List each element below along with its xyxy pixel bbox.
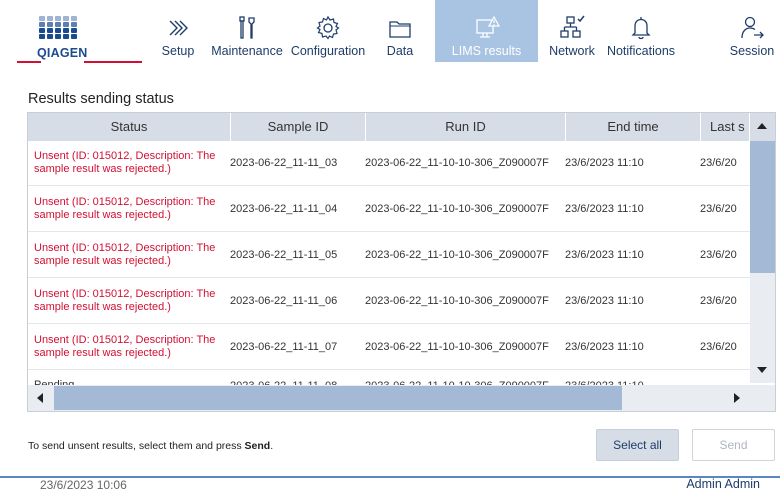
table-header: Status Sample ID Run ID End time Last s: [28, 113, 775, 141]
nav-maintenance-label: Maintenance: [211, 44, 283, 58]
setup-chevrons-icon: [169, 20, 188, 36]
send-button[interactable]: Send: [692, 429, 775, 461]
row-end-time: 23/6/2023 11:10: [565, 203, 644, 215]
row-sample-id: 2023-06-22_11-11_04: [230, 203, 338, 215]
logged-in-user[interactable]: Admin Admin: [686, 477, 760, 491]
page-title: Results sending status: [28, 91, 174, 107]
row-end-time: 23/6/2023 11:10: [565, 341, 644, 353]
network-icon: [560, 15, 585, 38]
row-sample-id: 2023-06-22_11-11_06: [230, 295, 338, 307]
nav-data-label: Data: [386, 44, 414, 58]
row-sample-id: 2023-06-22_11-11_03: [230, 157, 338, 169]
logo-red-line-left: [17, 61, 41, 63]
nav-setup[interactable]: Setup: [150, 0, 206, 62]
nav-lims-results[interactable]: LIMS results: [435, 0, 538, 62]
row-status: Unsent (ID: 015012, Description: The sam…: [34, 196, 216, 221]
hint-send-word: Send: [244, 440, 271, 452]
arrow-up-icon: [757, 123, 767, 129]
column-header-end-time[interactable]: End time: [566, 113, 701, 141]
table-row[interactable]: Unsent (ID: 015012, Description: The sam…: [28, 279, 750, 324]
logo-dots: [39, 16, 78, 39]
row-run-id: 2023-06-22_11-10-10-306_Z090007F: [365, 203, 549, 215]
table-row[interactable]: Unsent (ID: 015012, Description: The sam…: [28, 187, 750, 232]
maintenance-tools-icon: [239, 16, 255, 39]
row-end-time: 23/6/2023 11:10: [565, 157, 644, 169]
column-header-sample-id[interactable]: Sample ID: [231, 113, 366, 141]
nav-maintenance[interactable]: Maintenance: [207, 0, 287, 62]
nav-lims-results-label: LIMS results: [451, 44, 522, 58]
scroll-down-button[interactable]: [750, 355, 775, 383]
nav-session-label: Session: [729, 44, 775, 58]
row-last-sent: 23/6/20: [700, 249, 737, 261]
nav-configuration-label: Configuration: [290, 44, 366, 58]
scroll-left-button[interactable]: [28, 385, 54, 411]
row-run-id: 2023-06-22_11-10-10-306_Z090007F: [365, 157, 549, 169]
column-header-run-id[interactable]: Run ID: [366, 113, 566, 141]
column-header-status[interactable]: Status: [28, 113, 231, 141]
hint-suffix: .: [270, 440, 274, 452]
row-sample-id: 2023-06-22_11-11_07: [230, 341, 338, 353]
row-status: Unsent (ID: 015012, Description: The sam…: [34, 150, 216, 175]
top-navigation-bar: QIAGEN Setup Maintenance Configuration D…: [0, 0, 780, 70]
nav-network[interactable]: Network: [545, 0, 599, 62]
row-run-id: 2023-06-22_11-10-10-306_Z090007F: [365, 295, 549, 307]
session-user-icon: [741, 16, 764, 39]
column-header-last-sent[interactable]: Last s: [701, 113, 750, 141]
hint-prefix: To send unsent results, select them and …: [28, 440, 245, 452]
vertical-scrollbar[interactable]: [750, 113, 775, 383]
nav-session[interactable]: Session: [727, 0, 777, 62]
current-datetime: 23/6/2023 10:06: [40, 478, 127, 492]
row-last-sent: 23/6/20: [700, 341, 737, 353]
logo-red-line-right: [84, 61, 142, 63]
row-status: Unsent (ID: 015012, Description: The sam…: [34, 334, 216, 359]
arrow-right-icon: [734, 393, 740, 403]
table-row[interactable]: Unsent (ID: 015012, Description: The sam…: [28, 325, 750, 370]
row-run-id: 2023-06-22_11-10-10-306_Z090007F: [365, 249, 549, 261]
nav-configuration[interactable]: Configuration: [287, 0, 369, 62]
arrow-down-icon: [757, 367, 767, 373]
vertical-scroll-thumb[interactable]: [750, 141, 775, 273]
row-run-id: 2023-06-22_11-10-10-306_Z090007F: [365, 341, 549, 353]
table-row[interactable]: Unsent (ID: 015012, Description: The sam…: [28, 233, 750, 278]
row-last-sent: 23/6/20: [700, 157, 737, 169]
nav-setup-label: Setup: [161, 44, 195, 58]
row-last-sent: 23/6/20: [700, 203, 737, 215]
arrow-left-icon: [37, 393, 43, 403]
lims-results-icon: [475, 15, 500, 38]
configuration-gear-icon: [316, 15, 340, 40]
send-instructions: To send unsent results, select them and …: [28, 440, 273, 452]
select-all-button[interactable]: Select all: [596, 429, 679, 461]
notifications-bell-icon: [631, 17, 651, 40]
data-folder-icon: [389, 21, 411, 38]
scroll-right-button[interactable]: [724, 385, 750, 411]
horizontal-scroll-thumb[interactable]: [54, 386, 622, 410]
qiagen-logo: QIAGEN: [36, 14, 88, 66]
results-table: Status Sample ID Run ID End time Last s …: [27, 112, 776, 412]
row-status: Unsent (ID: 015012, Description: The sam…: [34, 288, 216, 313]
row-end-time: 23/6/2023 11:10: [565, 249, 644, 261]
nav-network-label: Network: [549, 44, 595, 58]
row-end-time: 23/6/2023 11:10: [565, 295, 644, 307]
table-row[interactable]: Unsent (ID: 015012, Description: The sam…: [28, 141, 750, 186]
row-last-sent: 23/6/20: [700, 295, 737, 307]
row-status: Unsent (ID: 015012, Description: The sam…: [34, 242, 216, 267]
scroll-up-button[interactable]: [750, 113, 775, 141]
logo-text: QIAGEN: [37, 46, 88, 60]
nav-notifications-label: Notifications: [606, 44, 676, 58]
nav-data[interactable]: Data: [378, 0, 422, 62]
row-sample-id: 2023-06-22_11-11_05: [230, 249, 338, 261]
nav-notifications[interactable]: Notifications: [601, 0, 681, 62]
horizontal-scrollbar[interactable]: [28, 385, 775, 411]
